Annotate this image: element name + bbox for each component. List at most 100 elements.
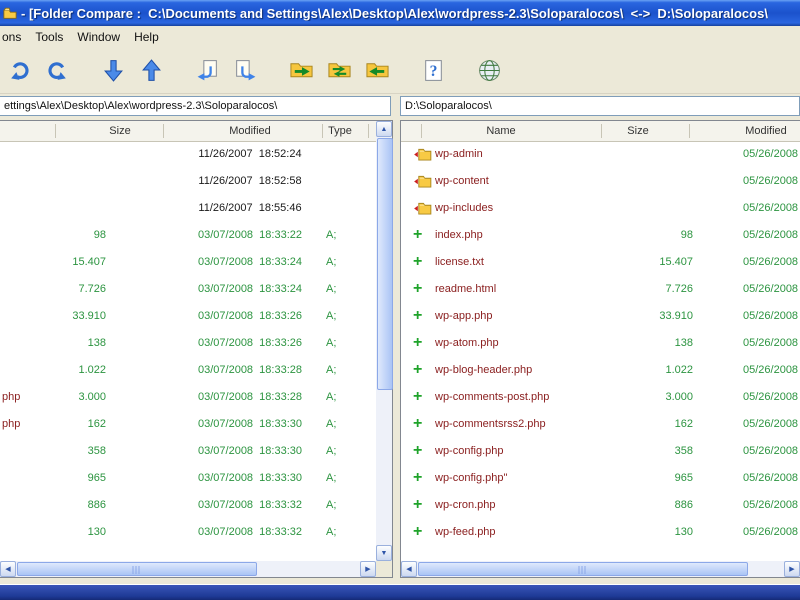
cell-size: 138 <box>87 337 106 349</box>
table-row[interactable]: + wp-config.php 358 05/26/2008 <box>401 438 800 465</box>
cell-size: 358 <box>87 445 106 457</box>
app-icon <box>3 6 17 20</box>
copy-file-left-button[interactable] <box>190 54 224 88</box>
scroll-down-button[interactable]: ▼ <box>376 545 392 561</box>
sync-folders-button[interactable] <box>322 54 356 88</box>
scroll-thumb[interactable] <box>418 562 748 576</box>
copy-folder-left-button[interactable] <box>360 54 394 88</box>
cell-modified: 05/26/2008 <box>743 283 799 295</box>
column-separator <box>601 124 602 138</box>
table-row[interactable]: + readme.html 7.726 05/26/2008 <box>401 276 800 303</box>
web-update-button[interactable] <box>472 54 506 88</box>
table-row[interactable]: + wp-atom.php 138 05/26/2008 <box>401 330 800 357</box>
redo-button[interactable] <box>40 54 74 88</box>
table-row[interactable]: 358 03/07/2008 18:33:30 A; <box>0 438 376 465</box>
right-horizontal-scrollbar[interactable]: ◀ ▶ <box>401 561 800 577</box>
cell-size: 15.407 <box>72 256 106 268</box>
cell-type: A; <box>326 472 337 484</box>
cell-modified: 11/26/2007 18:55:46 <box>198 202 302 214</box>
menu-bar: ons Tools Window Help <box>0 26 800 48</box>
table-row[interactable]: + wp-cron.php 886 05/26/2008 <box>401 492 800 519</box>
table-row[interactable]: 11/26/2007 18:52:24 <box>0 141 376 168</box>
table-row[interactable]: 965 03/07/2008 18:33:30 A; <box>0 465 376 492</box>
table-row[interactable]: + wp-config.php" 965 05/26/2008 <box>401 465 800 492</box>
column-header-modified[interactable]: Modified <box>721 121 800 141</box>
menu-item-actions[interactable]: ons <box>0 27 30 47</box>
table-row[interactable]: + wp-feed.php 130 05/26/2008 <box>401 519 800 546</box>
cell-modified: 05/26/2008 <box>743 499 799 511</box>
left-vertical-scrollbar[interactable]: ▲ ▼ <box>376 121 393 561</box>
scroll-right-button[interactable]: ▶ <box>784 561 800 577</box>
table-row[interactable]: wp-content 05/26/2008 <box>401 168 800 195</box>
cell-name: index.php <box>435 229 483 241</box>
cell-modified: 05/26/2008 <box>743 310 799 322</box>
table-row[interactable]: wp-admin 05/26/2008 <box>401 141 800 168</box>
left-path-input[interactable]: ettings\Alex\Desktop\Alex\wordpress-2.3\… <box>0 96 391 116</box>
table-row[interactable]: 33.910 03/07/2008 18:33:26 A; <box>0 303 376 330</box>
cell-name: license.txt <box>435 256 484 268</box>
table-row[interactable]: 886 03/07/2008 18:33:32 A; <box>0 492 376 519</box>
undo-button[interactable] <box>2 54 36 88</box>
scroll-right-button[interactable]: ▶ <box>360 561 376 577</box>
menu-item-tools[interactable]: Tools <box>30 27 72 47</box>
menu-item-help[interactable]: Help <box>129 27 168 47</box>
table-row[interactable]: 7.726 03/07/2008 18:33:24 A; <box>0 276 376 303</box>
table-row[interactable]: 11/26/2007 18:52:58 <box>0 168 376 195</box>
cell-name: wp-config.php" <box>435 472 508 484</box>
cell-modified: 03/07/2008 18:33:24 <box>198 283 302 295</box>
cell-size: 33.910 <box>659 310 693 322</box>
cell-modified: 05/26/2008 <box>743 445 799 457</box>
scroll-left-button[interactable]: ◀ <box>401 561 417 577</box>
cell-size: 7.726 <box>665 283 693 295</box>
add-icon: + <box>413 388 423 405</box>
table-row[interactable]: 98 03/07/2008 18:33:22 A; <box>0 222 376 249</box>
cell-size <box>20 141 106 168</box>
scroll-up-button[interactable]: ▲ <box>376 121 392 137</box>
scroll-thumb[interactable] <box>377 138 393 390</box>
table-row[interactable]: + index.php 98 05/26/2008 <box>401 222 800 249</box>
table-row[interactable]: 11/26/2007 18:55:46 <box>0 195 376 222</box>
cell-size: 162 <box>87 418 106 430</box>
cell-size: 138 <box>674 337 693 349</box>
table-row[interactable]: + wp-blog-header.php 1.022 05/26/2008 <box>401 357 800 384</box>
table-row[interactable]: 138 03/07/2008 18:33:26 A; <box>0 330 376 357</box>
cell-size <box>20 195 106 222</box>
left-horizontal-scrollbar[interactable]: ◀ ▶ <box>0 561 376 577</box>
scroll-left-button[interactable]: ◀ <box>0 561 16 577</box>
cell-modified: 05/26/2008 <box>743 148 799 160</box>
table-row[interactable]: 15.407 03/07/2008 18:33:24 A; <box>0 249 376 276</box>
right-path-input[interactable]: D:\Soloparalocos\ <box>400 96 800 116</box>
column-separator <box>689 124 690 138</box>
title-bar[interactable]: - [Folder Compare : C:\Documents and Set… <box>0 0 800 26</box>
add-icon: + <box>413 496 423 513</box>
table-row[interactable]: php 162 03/07/2008 18:33:30 A; <box>0 411 376 438</box>
cell-size: 130 <box>674 526 693 538</box>
table-row[interactable]: + wp-commentsrss2.php 162 05/26/2008 <box>401 411 800 438</box>
column-separator <box>368 124 369 138</box>
right-file-list: wp-admin 05/26/2008 wp-content 05/26/2008 wp… <box>401 141 800 561</box>
file-name-fragment: php <box>2 391 21 403</box>
table-row[interactable]: + license.txt 15.407 05/26/2008 <box>401 249 800 276</box>
next-difference-button[interactable] <box>96 54 130 88</box>
table-row[interactable]: + wp-comments-post.php 3.000 05/26/2008 <box>401 384 800 411</box>
scroll-thumb[interactable] <box>17 562 257 576</box>
cell-name: wp-app.php <box>435 310 493 322</box>
cell-size: 3.000 <box>665 391 693 403</box>
cell-type: A; <box>326 310 337 322</box>
column-header-size[interactable]: Size <box>593 121 683 141</box>
table-row[interactable]: 1.022 03/07/2008 18:33:28 A; <box>0 357 376 384</box>
add-icon: + <box>413 307 423 324</box>
table-row[interactable]: wp-includes 05/26/2008 <box>401 195 800 222</box>
table-row[interactable]: php 3.000 03/07/2008 18:33:28 A; <box>0 384 376 411</box>
column-header-type[interactable]: Type <box>310 121 370 141</box>
table-row[interactable]: + wp-app.php 33.910 05/26/2008 <box>401 303 800 330</box>
previous-difference-button[interactable] <box>134 54 168 88</box>
help-button[interactable]: ? <box>416 54 450 88</box>
scrollbar-corner <box>376 561 392 577</box>
copy-file-right-button[interactable] <box>228 54 262 88</box>
menu-item-window[interactable]: Window <box>72 27 129 47</box>
column-header-name[interactable]: Name <box>431 121 571 141</box>
table-row[interactable]: 130 03/07/2008 18:33:32 A; <box>0 519 376 546</box>
copy-folder-right-button[interactable] <box>284 54 318 88</box>
column-header-size[interactable]: Size <box>60 121 180 141</box>
